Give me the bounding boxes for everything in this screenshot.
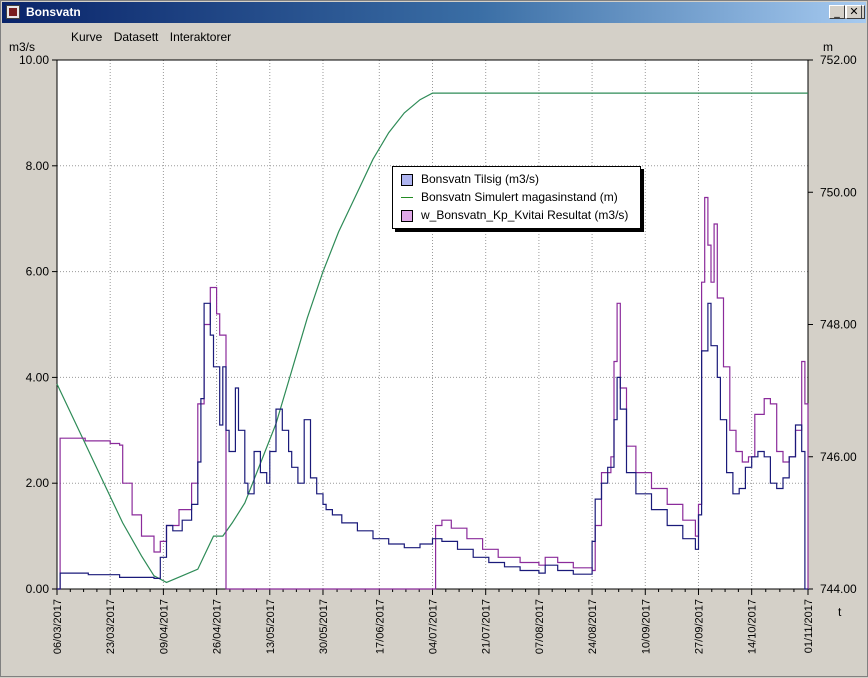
tick-label-x: 27/09/2017 bbox=[693, 599, 705, 654]
tick-label-x: 07/08/2017 bbox=[534, 599, 546, 654]
tick-label-y-left: 0.00 bbox=[26, 582, 50, 596]
legend-swatch-tilsig bbox=[401, 174, 413, 186]
legend-label-magasin: Bonsvatn Simulert magasinstand (m) bbox=[421, 190, 618, 204]
legend-label-tilsig: Bonsvatn Tilsig (m3/s) bbox=[421, 172, 540, 186]
tick-label-y-right: 752.00 bbox=[820, 53, 857, 67]
tick-label-x: 01/11/2017 bbox=[803, 599, 815, 653]
tick-label-x: 14/10/2017 bbox=[747, 599, 759, 654]
chart-window: Bonsvatn _ □ ✕ Kurve Datasett Interaktor… bbox=[0, 0, 868, 677]
chart-canvas: 0.00 2.00 4.00 6.00 8.00 10.00 744.00 746.00 748… bbox=[19, 53, 857, 654]
tick-label-y-right: 746.00 bbox=[820, 450, 857, 464]
legend-line-magasin bbox=[401, 197, 413, 198]
tick-label-x: 17/06/2017 bbox=[374, 599, 386, 654]
tick-label-x: 09/04/2017 bbox=[158, 599, 170, 654]
tick-label-x: 10/09/2017 bbox=[640, 599, 652, 654]
legend-swatch-resultat bbox=[401, 210, 413, 222]
tick-label-x: 13/05/2017 bbox=[265, 599, 277, 654]
tick-label-y-left: 6.00 bbox=[26, 265, 50, 279]
tick-label-x: 21/07/2017 bbox=[481, 599, 493, 654]
tick-label-x: 30/05/2017 bbox=[318, 599, 330, 654]
chart-legend[interactable]: Bonsvatn Tilsig (m3/s) Bonsvatn Simulert… bbox=[392, 166, 641, 229]
tick-label-x: 04/07/2017 bbox=[428, 599, 440, 654]
tick-label-x: 24/08/2017 bbox=[587, 599, 599, 654]
tick-label-x: 26/04/2017 bbox=[212, 599, 224, 654]
tick-label-y-right: 744.00 bbox=[820, 582, 857, 596]
tick-label-y-left: 8.00 bbox=[26, 159, 50, 173]
tick-label-y-right: 750.00 bbox=[820, 185, 857, 199]
tick-label-y-left: 4.00 bbox=[26, 370, 50, 384]
tick-label-y-left: 2.00 bbox=[26, 476, 50, 490]
tick-label-y-left: 10.00 bbox=[19, 53, 49, 67]
tick-label-x: 06/03/2017 bbox=[52, 599, 64, 654]
tick-label-x: 23/03/2017 bbox=[105, 599, 117, 654]
legend-label-resultat: w_Bonsvatn_Kp_Kvitai Resultat (m3/s) bbox=[421, 208, 629, 222]
tick-label-y-right: 748.00 bbox=[820, 318, 857, 332]
